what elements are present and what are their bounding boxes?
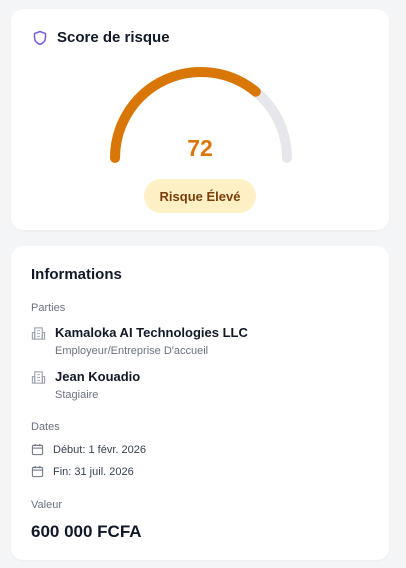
end-date: Fin: 31 juil. 2026 [31, 465, 134, 478]
informations-card: Informations Parties Kamaloka AI Technol… [11, 246, 389, 560]
start-date: Début: 1 févr. 2026 [31, 443, 146, 456]
contract-value: 600 000 FCFA [31, 522, 142, 541]
building-icon [31, 327, 46, 340]
calendar-icon [31, 443, 44, 456]
risk-score-title: Score de risque [57, 29, 170, 46]
building-icon [31, 371, 46, 384]
party-name: Kamaloka AI Technologies LLC [55, 325, 248, 340]
risk-score-value: 72 [187, 135, 213, 161]
party-role: Employeur/Entreprise D'accueil [55, 345, 209, 357]
informations-title: Informations [31, 266, 122, 283]
party-name: Jean Kouadio [55, 369, 141, 384]
start-date-text: Début: 1 févr. 2026 [53, 443, 146, 456]
end-date-text: Fin: 31 juil. 2026 [53, 465, 134, 478]
shield-icon [33, 30, 47, 45]
risk-level-badge: Risque Élevé [144, 179, 256, 213]
calendar-icon [31, 465, 44, 478]
risk-score-card: Score de risque 72 Risque Élevé [11, 9, 389, 230]
value-label: Valeur [31, 499, 62, 511]
party-item: Jean Kouadio Stagiaire [31, 369, 140, 401]
dates-label: Dates [31, 421, 60, 433]
party-role: Stagiaire [55, 389, 99, 401]
parties-label: Parties [31, 302, 66, 314]
party-item: Kamaloka AI Technologies LLC Employeur/E… [31, 325, 248, 357]
risk-score-header: Score de risque [32, 29, 170, 46]
